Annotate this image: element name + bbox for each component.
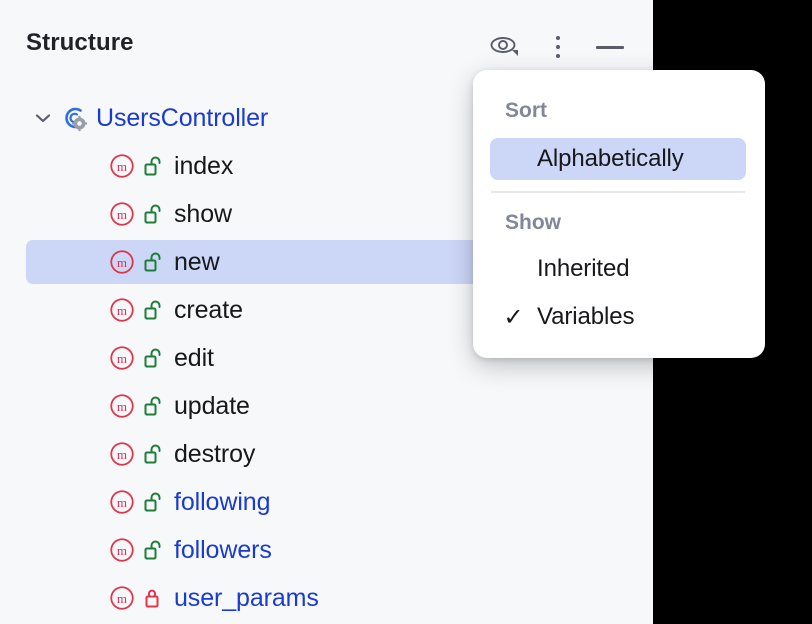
checkmark-icon: ✓: [503, 303, 524, 331]
menu-item-label: Inherited: [537, 255, 630, 282]
method-icon-glyph: m: [110, 442, 134, 466]
lock-open-icon: [136, 491, 170, 513]
tree-node-label: following: [174, 487, 271, 516]
tree-node-label: index: [174, 151, 234, 180]
lock-open-icon: [136, 251, 170, 273]
class-controller-icon: [58, 103, 90, 133]
lock-open-icon-glyph: [144, 156, 161, 176]
method-icon-glyph: m: [110, 490, 134, 514]
menu-item-variables[interactable]: ✓ Variables: [490, 296, 746, 338]
method-icon-glyph: m: [110, 298, 134, 322]
lock-open-icon-glyph: [144, 540, 161, 560]
lock-open-icon: [136, 155, 170, 177]
lock-closed-icon: [136, 587, 170, 609]
method-icon: m: [108, 199, 136, 229]
lock-open-icon: [136, 299, 170, 321]
menu-item-label: Variables: [537, 303, 635, 330]
svg-text:m: m: [117, 159, 127, 174]
tree-node-label: create: [174, 295, 243, 324]
method-icon: m: [108, 487, 136, 517]
tree-node-label: edit: [174, 343, 214, 372]
svg-text:m: m: [117, 399, 127, 414]
lock-open-icon: [136, 443, 170, 465]
chevron-down-icon[interactable]: [28, 108, 58, 128]
popup-divider: [491, 191, 745, 193]
more-vertical-icon-glyph: [556, 36, 560, 58]
method-icon-glyph: m: [110, 394, 134, 418]
tree-row-following[interactable]: m following: [0, 478, 653, 526]
minimize-icon[interactable]: [589, 26, 631, 68]
lock-open-icon-glyph: [144, 300, 161, 320]
method-icon: m: [108, 295, 136, 325]
method-icon-glyph: m: [110, 586, 134, 610]
lock-open-icon: [136, 539, 170, 561]
eye-icon[interactable]: [484, 26, 526, 68]
svg-text:m: m: [117, 303, 127, 318]
lock-open-icon-glyph: [144, 348, 161, 368]
tree-row-update[interactable]: m update: [0, 382, 653, 430]
method-icon-glyph: m: [110, 154, 134, 178]
menu-item-label: Alphabetically: [537, 145, 684, 172]
popup-group-label-sort: Sort: [505, 99, 547, 122]
tree-node-label: followers: [174, 535, 272, 564]
class-controller-icon-glyph: [65, 107, 88, 132]
lock-open-icon-glyph: [144, 252, 161, 272]
lock-closed-icon-glyph: [145, 589, 159, 608]
minimize-icon-glyph: [596, 45, 624, 49]
lock-open-icon-glyph: [144, 396, 161, 416]
svg-text:m: m: [117, 543, 127, 558]
method-icon: m: [108, 439, 136, 469]
tree-row-followers[interactable]: m followers: [0, 526, 653, 574]
tree-node-label: UsersController: [96, 103, 269, 132]
svg-text:m: m: [117, 495, 127, 510]
menu-item-inherited[interactable]: Inherited: [490, 248, 746, 290]
chevron-down-icon-glyph: [35, 114, 51, 123]
method-icon-glyph: m: [110, 250, 134, 274]
tree-node-label: update: [174, 391, 250, 420]
tree-row-destroy[interactable]: m destroy: [0, 430, 653, 478]
method-icon-glyph: m: [110, 202, 134, 226]
method-icon: m: [108, 343, 136, 373]
svg-text:m: m: [117, 591, 127, 606]
tree-node-label: show: [174, 199, 232, 228]
lock-open-icon: [136, 203, 170, 225]
menu-item-alphabetically[interactable]: Alphabetically: [490, 138, 746, 180]
lock-open-icon-glyph: [144, 444, 161, 464]
tree-node-label: new: [174, 247, 220, 276]
more-vertical-icon[interactable]: [537, 26, 579, 68]
svg-text:m: m: [117, 351, 127, 366]
popup-group-label-show: Show: [505, 211, 561, 234]
svg-text:m: m: [117, 255, 127, 270]
method-icon: m: [108, 391, 136, 421]
tree-node-label: user_params: [174, 583, 319, 612]
svg-text:m: m: [117, 207, 127, 222]
lock-open-icon: [136, 395, 170, 417]
tree-row-user-params[interactable]: m user_params: [0, 574, 653, 622]
method-icon: m: [108, 247, 136, 277]
lock-open-icon-glyph: [144, 492, 161, 512]
lock-open-icon-glyph: [144, 204, 161, 224]
method-icon-glyph: m: [110, 538, 134, 562]
lock-open-icon: [136, 347, 170, 369]
method-icon: m: [108, 535, 136, 565]
svg-text:m: m: [117, 447, 127, 462]
view-options-popup: Sort Alphabetically Show Inherited ✓ Var…: [473, 70, 765, 358]
method-icon: m: [108, 583, 136, 613]
eye-icon-glyph: [490, 37, 518, 56]
tree-node-label: destroy: [174, 439, 256, 468]
page-title: Structure: [26, 29, 134, 56]
method-icon: m: [108, 151, 136, 181]
method-icon-glyph: m: [110, 346, 134, 370]
